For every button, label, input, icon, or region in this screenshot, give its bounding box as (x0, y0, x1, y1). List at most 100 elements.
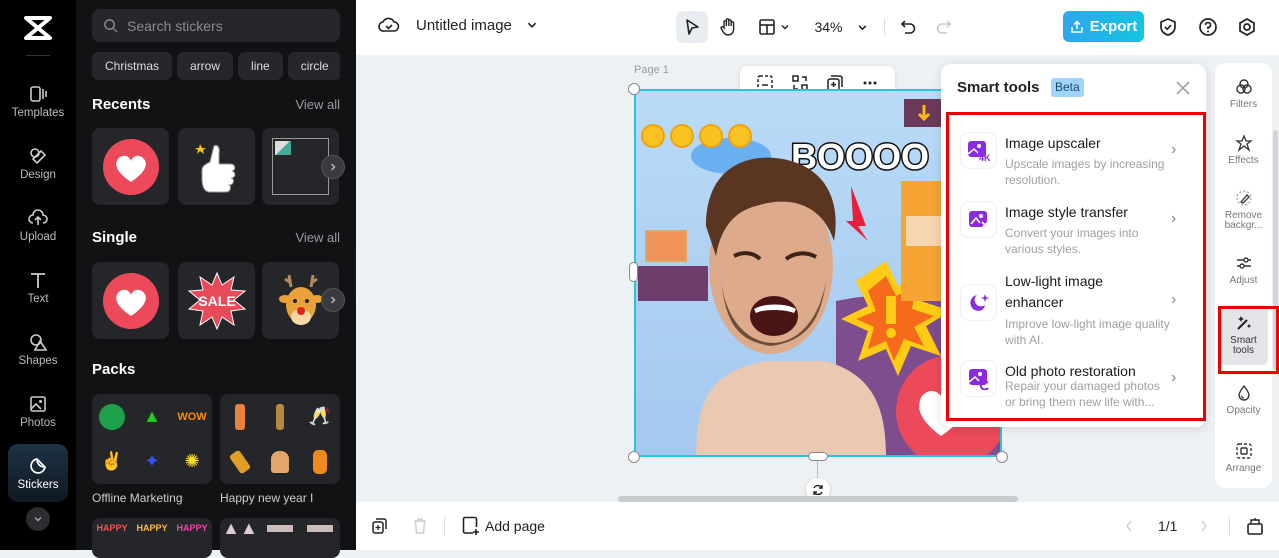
pack-offline-marketing[interactable]: ▲ WOW ✌ ✦ ✺ (92, 394, 212, 484)
capcut-logo-icon[interactable] (22, 14, 54, 42)
rp-item-effects[interactable]: Effects (1219, 121, 1268, 179)
hand-tool-button[interactable] (712, 11, 744, 43)
redo-button[interactable] (930, 11, 958, 43)
bottle-sticker (276, 403, 284, 430)
settings-button[interactable] (1233, 11, 1261, 43)
rail-item-text[interactable]: Text (8, 258, 68, 316)
rail-label: Upload (19, 230, 57, 243)
remove-background-icon (1235, 190, 1252, 206)
resize-handle-top-left[interactable] (628, 83, 640, 95)
help-button[interactable] (1194, 11, 1222, 43)
cloud-saved-icon (378, 17, 400, 32)
shield-check-icon (1160, 18, 1176, 36)
rail-more-button[interactable] (26, 507, 50, 531)
text-icon (31, 272, 45, 288)
layout-menu-button[interactable] (754, 11, 794, 43)
pack-party[interactable]: ▲▲ (220, 518, 340, 558)
sticker-heart[interactable] (92, 128, 169, 205)
right-property-panel: Filters Effects Remove backgr... Adjust … (1215, 63, 1272, 488)
resize-handle-bottom-left[interactable] (628, 451, 640, 463)
help-icon (1199, 18, 1217, 36)
page-manager-icon[interactable] (1246, 517, 1264, 535)
close-icon[interactable] (1175, 80, 1191, 96)
single-next-button[interactable] (321, 288, 345, 312)
sticker-sale[interactable]: SALE (178, 262, 255, 339)
rp-item-opacity[interactable]: Opacity (1219, 371, 1268, 429)
rp-label: Adjust (1229, 275, 1258, 286)
rp-item-filters[interactable]: Filters (1219, 65, 1268, 123)
rail-label: Text (27, 292, 49, 305)
add-page-icon (462, 516, 479, 535)
rp-item-remove-background[interactable]: Remove backgr... (1219, 179, 1268, 241)
rail-item-shapes[interactable]: Shapes (8, 320, 68, 378)
wow-sticker: WOW (177, 410, 207, 423)
security-button[interactable] (1154, 11, 1182, 43)
rail-label: Stickers (17, 478, 59, 491)
pack-happy-new-year[interactable]: 🥂 (220, 394, 340, 484)
rail-item-stickers[interactable]: Stickers (8, 444, 68, 502)
page-label: Page 1 (634, 64, 669, 76)
rail-label: Photos (20, 416, 56, 429)
rail-item-photos[interactable]: Photos (8, 382, 68, 440)
pack-label: Happy new year I (220, 491, 314, 505)
broken-image-icon (275, 141, 291, 155)
sticker-heart-single[interactable] (92, 262, 169, 339)
rail-item-templates[interactable]: Templates (8, 72, 68, 130)
search-placeholder: Search stickers (127, 17, 223, 34)
export-button[interactable]: Export (1063, 11, 1144, 42)
chip-christmas[interactable]: Christmas (92, 52, 173, 80)
bottom-bar: Add page 1/1 (356, 502, 1279, 550)
green-badge-sticker (99, 403, 125, 430)
reindeer-icon (278, 274, 323, 325)
sticker-thumbs-up[interactable] (178, 128, 255, 205)
toolbar-divider (884, 19, 885, 35)
prev-page-icon[interactable] (1124, 519, 1134, 533)
tag-chips: Christmas arrow line circle (92, 52, 340, 81)
single-title: Single (92, 229, 138, 246)
rail-divider (26, 55, 50, 56)
bottle-sticker (235, 403, 245, 430)
recents-next-button[interactable] (321, 155, 345, 179)
rail-label: Shapes (18, 354, 58, 367)
rail-item-upload[interactable]: Upload (8, 196, 68, 254)
next-page-icon[interactable] (1199, 519, 1209, 533)
heart-sticker-icon (102, 272, 159, 329)
design-icon (30, 147, 47, 164)
left-rail: Templates Design Upload Text Shapes Phot… (0, 0, 76, 550)
megaphone-sticker: ✦ (144, 451, 160, 471)
rp-label: Arrange (1225, 463, 1262, 474)
chip-arrow[interactable]: arrow (177, 52, 234, 80)
packs-title: Packs (92, 361, 136, 378)
layout-icon (759, 19, 775, 35)
happy-new-year-text-sticker: HAPPY (176, 523, 208, 533)
rp-label: Opacity (1226, 405, 1261, 416)
happy-new-year-text-sticker: HAPPY (96, 523, 128, 533)
undo-button[interactable] (894, 11, 922, 43)
resize-handle-left[interactable] (629, 262, 638, 282)
effects-star-icon (1234, 134, 1253, 152)
zoom-dropdown[interactable]: 34% (808, 11, 874, 43)
rp-item-arrange[interactable]: Arrange (1219, 429, 1268, 487)
beta-badge: Beta (1051, 78, 1084, 97)
chip-circle[interactable]: circle (287, 52, 340, 80)
single-view-all[interactable]: View all (295, 230, 340, 245)
highlight-box-tools (946, 112, 1206, 421)
duplicate-page-icon[interactable] (371, 517, 389, 535)
search-stickers-input[interactable]: Search stickers (92, 9, 340, 42)
chevron-down-icon (34, 517, 42, 522)
bottle-sticker (271, 450, 289, 473)
rp-item-adjust[interactable]: Adjust (1219, 241, 1268, 299)
recents-view-all[interactable]: View all (295, 97, 340, 112)
peace-hand-sticker: ✌ (100, 451, 124, 471)
resize-handle-bottom[interactable] (808, 452, 828, 461)
pack-label: Offline Marketing (92, 491, 183, 505)
document-title[interactable]: Untitled image (378, 16, 538, 34)
rail-item-design[interactable]: Design (8, 134, 68, 192)
resize-handle-bottom-right[interactable] (996, 451, 1008, 463)
chip-line[interactable]: line (238, 52, 283, 80)
pack-happy-new-year-text[interactable]: HAPPY HAPPY HAPPY (92, 518, 212, 558)
trash-icon[interactable] (412, 517, 428, 535)
select-tool-button[interactable] (676, 11, 708, 43)
chevron-down-icon (527, 22, 537, 28)
add-page-button[interactable]: Add page (462, 516, 545, 536)
